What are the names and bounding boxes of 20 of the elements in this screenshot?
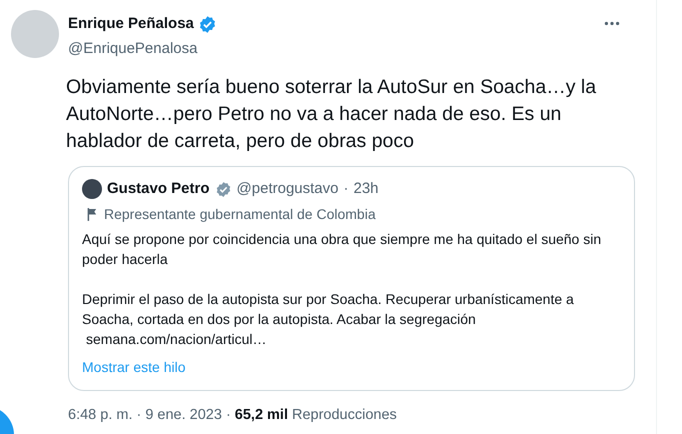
- tweet-date[interactable]: 9 ene. 2023: [145, 404, 222, 426]
- avatar-placeholder: [82, 179, 102, 200]
- tweet-time[interactable]: 6:48 p. m.: [68, 404, 132, 426]
- author-name[interactable]: Enrique Peñalosa: [68, 13, 194, 36]
- quote-author-name: Gustavo Petro: [107, 179, 210, 199]
- views-label: Reproducciones: [292, 406, 397, 424]
- quoted-tweet-card[interactable]: [68, 166, 635, 390]
- tweet-text: Obviamente sería bueno soterrar la AutoSur en Soacha…y la AutoNorte…pero Petro no va a hacer nada de eso. Es un hablador de carreta, pero de obras poco: [66, 75, 598, 154]
- quote-text: Aquí se propone por coincidencia una obra que siempre me ha quitado el sueño sin poder hacerla: [82, 230, 602, 268]
- separator: ·: [226, 406, 231, 424]
- flag-icon: [87, 208, 98, 220]
- separator: ·: [343, 179, 348, 199]
- author-handle[interactable]: @EnriquePenalosa: [68, 38, 604, 60]
- quote-time: 23h: [353, 179, 379, 199]
- more-options-icon[interactable]: [604, 21, 620, 26]
- view-count: 65,2 mil: [234, 406, 288, 424]
- government-label: Representante gubernamental de Colombia: [104, 204, 376, 224]
- quote-author-handle: @petrogustavo: [236, 179, 338, 199]
- separator: ·: [136, 406, 142, 424]
- link[interactable]: semana.com/nacion/articul…: [86, 328, 267, 348]
